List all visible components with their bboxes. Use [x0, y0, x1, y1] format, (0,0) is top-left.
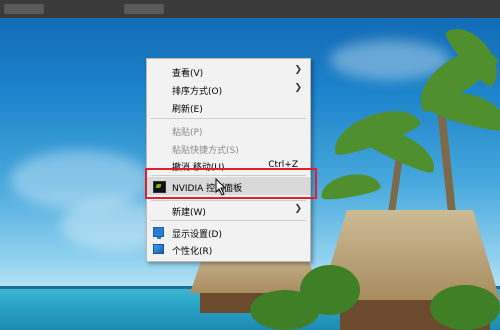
tab-placeholder: [124, 4, 164, 14]
menu-item-label: 撤消 移动(U): [172, 163, 225, 173]
menu-item-label: 新建(W): [172, 208, 206, 218]
menu-item-nvidia-control-panel[interactable]: NVIDIA 控制面板: [147, 177, 310, 195]
bush: [250, 290, 320, 330]
chevron-right-icon: ❯: [294, 204, 302, 214]
menu-item-view[interactable]: 查看(V) ❯: [147, 62, 310, 80]
chevron-right-icon: ❯: [294, 65, 302, 75]
desktop-context-menu: 查看(V) ❯ 排序方式(O) ❯ 刷新(E) 粘贴(P) 粘贴快捷方式(S) …: [146, 58, 311, 262]
chevron-right-icon: ❯: [294, 83, 302, 93]
menu-item-sort-by[interactable]: 排序方式(O) ❯: [147, 80, 310, 98]
menu-separator: [151, 118, 306, 119]
menu-item-label: NVIDIA 控制面板: [172, 184, 243, 194]
menu-item-label: 粘贴(P): [172, 128, 203, 138]
display-settings-icon: [153, 227, 164, 239]
menu-item-personalize[interactable]: 个性化(R): [147, 240, 310, 258]
top-taskbar-strip: [0, 0, 500, 18]
menu-item-undo-move[interactable]: 撤消 移动(U) Ctrl+Z: [147, 156, 310, 174]
menu-separator: [151, 175, 306, 176]
palm-leaf: [318, 169, 382, 203]
menu-item-label: 刷新(E): [172, 105, 203, 115]
menu-item-label: 显示设置(D): [172, 230, 222, 240]
menu-item-label: 排序方式(O): [172, 87, 223, 97]
menu-item-paste[interactable]: 粘贴(P): [147, 121, 310, 139]
menu-item-label: 个性化(R): [172, 247, 213, 257]
nvidia-icon: [153, 181, 166, 193]
menu-item-label: 查看(V): [172, 69, 204, 79]
menu-item-label: 粘贴快捷方式(S): [172, 146, 239, 156]
menu-separator: [151, 220, 306, 221]
mouse-pointer-icon: [215, 178, 227, 196]
personalize-icon: [153, 244, 164, 254]
tab-placeholder: [4, 4, 44, 14]
menu-item-paste-shortcut[interactable]: 粘贴快捷方式(S): [147, 139, 310, 157]
menu-item-refresh[interactable]: 刷新(E): [147, 98, 310, 116]
menu-item-shortcut: Ctrl+Z: [268, 160, 298, 170]
menu-item-display-settings[interactable]: 显示设置(D): [147, 223, 310, 241]
menu-item-new[interactable]: 新建(W) ❯: [147, 201, 310, 219]
bush: [430, 285, 500, 330]
